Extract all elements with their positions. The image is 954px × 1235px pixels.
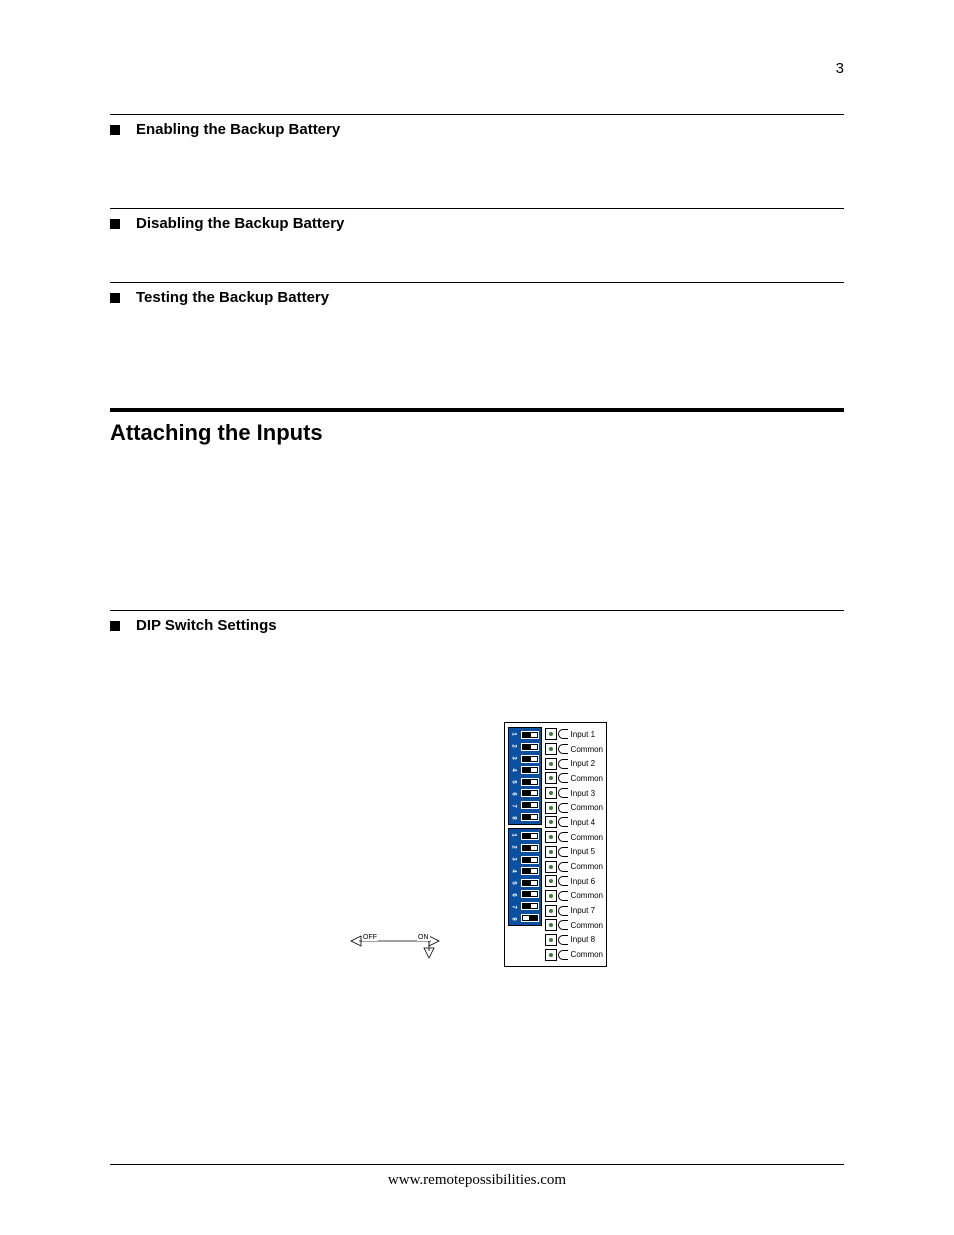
dip-numbers-bottom: 1 2 3 4 5 6 7 8 <box>509 829 519 925</box>
terminal-row: Input 5 <box>545 845 603 860</box>
off-label: OFF <box>362 934 378 941</box>
terminal-row: Input 2 <box>545 756 603 771</box>
arrow-icon <box>347 926 443 956</box>
page-number: 3 <box>836 60 844 77</box>
section-label: Disabling the Backup Battery <box>136 215 344 232</box>
heading-attaching-inputs: Attaching the Inputs <box>110 412 844 446</box>
footer-url: www.remotepossibilities.com <box>0 1172 954 1189</box>
off-on-arrow: OFF ON <box>347 926 443 956</box>
terminal-row: Common <box>545 742 603 757</box>
dip-numbers-top: 1 2 3 4 5 6 7 8 <box>509 728 519 824</box>
square-bullet-icon <box>110 125 120 135</box>
square-bullet-icon <box>110 293 120 303</box>
on-label: ON <box>417 934 430 941</box>
terminal-row: Common <box>545 800 603 815</box>
section-label: Testing the Backup Battery <box>136 289 329 306</box>
footer-divider <box>110 1164 844 1165</box>
terminal-row: Input 7 <box>545 903 603 918</box>
terminal-row: Common <box>545 947 603 962</box>
terminal-row: Common <box>545 918 603 933</box>
terminal-column: Input 1 Common Input 2 Common Input 3 Co… <box>545 727 603 962</box>
terminal-row: Input 8 <box>545 933 603 948</box>
terminal-row: Common <box>545 859 603 874</box>
terminal-row: Input 3 <box>545 786 603 801</box>
section-dip-switch-settings: DIP Switch Settings <box>110 610 844 634</box>
dip-switch-column: 1 2 3 4 5 6 7 8 <box>508 727 542 962</box>
dip-block-top: 1 2 3 4 5 6 7 8 <box>508 727 542 825</box>
terminal-row: Common <box>545 889 603 904</box>
section-enabling-backup-battery: Enabling the Backup Battery <box>110 114 844 138</box>
dip-block-bottom: 1 2 3 4 5 6 7 8 <box>508 828 542 926</box>
section-testing-backup-battery: Testing the Backup Battery <box>110 282 844 306</box>
square-bullet-icon <box>110 219 120 229</box>
terminal-row: Input 4 <box>545 815 603 830</box>
component-box: 1 2 3 4 5 6 7 8 <box>504 722 607 967</box>
section-label: Enabling the Backup Battery <box>136 121 340 138</box>
terminal-row: Common <box>545 771 603 786</box>
terminal-row: Input 6 <box>545 874 603 889</box>
page-content: Enabling the Backup Battery Disabling th… <box>0 0 954 967</box>
section-label: DIP Switch Settings <box>136 617 277 634</box>
section-disabling-backup-battery: Disabling the Backup Battery <box>110 208 844 232</box>
dip-switch-figure: OFF ON 1 2 3 4 5 6 7 8 <box>347 722 607 967</box>
terminal-row: Input 1 <box>545 727 603 742</box>
square-bullet-icon <box>110 621 120 631</box>
terminal-row: Common <box>545 830 603 845</box>
